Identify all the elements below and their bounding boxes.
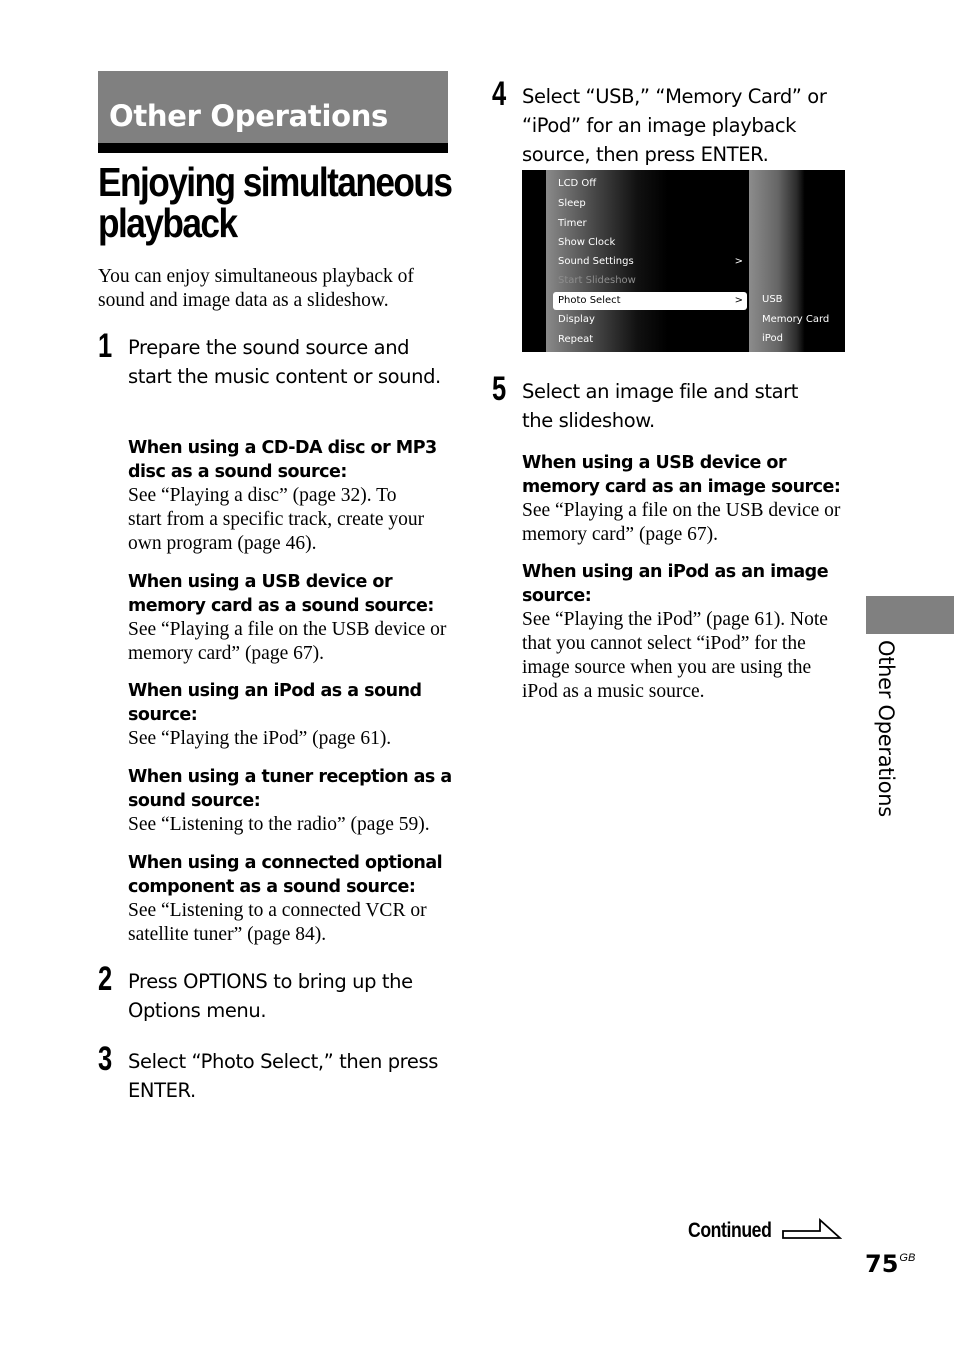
- continued-arrow-icon: [782, 1218, 842, 1239]
- step-number-1: 1: [98, 327, 113, 365]
- step-number-5: 5: [492, 370, 507, 408]
- step-text-5: Select an image file and start the slide…: [522, 380, 798, 432]
- side-tab-label: Other Operations: [874, 640, 898, 817]
- chevron-right-icon: >: [734, 256, 743, 267]
- menu-item-sound-settings[interactable]: Sound Settings >: [558, 253, 747, 271]
- step-text-4: Select “USB,” “Memory Card” or “iPod” fo…: [522, 85, 827, 166]
- subsection-cd: When using a CD-DA disc or MP3 disc as a…: [128, 436, 458, 556]
- subsection-ipod-image: When using an iPod as an image source: S…: [522, 560, 852, 704]
- subsection-heading: When using an iPod as an image source:: [522, 562, 829, 606]
- submenu-item-memory-card[interactable]: Memory Card: [762, 311, 829, 329]
- subsection-heading: When using an iPod as a sound source:: [128, 681, 422, 725]
- continued-label: Continued: [688, 1219, 772, 1242]
- subsection-body: See “Playing the iPod” (page 61).: [128, 728, 392, 749]
- menu-item-show-clock[interactable]: Show Clock: [558, 234, 747, 252]
- step-text-2: Press OPTIONS to bring up the Options me…: [128, 970, 413, 1022]
- page-title: Enjoying simultaneous playback: [98, 159, 453, 246]
- side-tab-marker: [866, 596, 954, 634]
- photo-select-submenu: USB Memory Card iPod: [749, 170, 845, 352]
- banner-rule: [98, 143, 448, 153]
- subsection-body: See “Playing a disc” (page 32). To start…: [128, 485, 425, 554]
- menu-item-timer[interactable]: Timer: [558, 215, 747, 233]
- subsection-heading: When using a tuner reception as a sound …: [128, 767, 452, 811]
- subsection-body: See “Playing the iPod” (page 61). Note t…: [522, 609, 828, 702]
- subsection-usb-image: When using a USB device or memory card a…: [522, 451, 852, 547]
- subsection-body: See “Listening to a connected VCR or sat…: [128, 900, 427, 945]
- submenu-item-usb[interactable]: USB: [762, 291, 783, 309]
- menu-item-repeat[interactable]: Repeat: [558, 331, 747, 349]
- menu-item-sleep[interactable]: Sleep: [558, 195, 747, 213]
- step-text-3: Select “Photo Select,” then press ENTER.: [128, 1050, 438, 1102]
- subsection-usb-sound: When using a USB device or memory card a…: [128, 570, 458, 666]
- options-menu: LCD Off Sleep Timer Show Clock Sound Set…: [546, 170, 749, 352]
- subsection-tuner: When using a tuner reception as a sound …: [128, 765, 458, 837]
- subsection-heading: When using a USB device or memory card a…: [522, 453, 841, 497]
- subsection-body: See “Playing a file on the USB device or…: [522, 500, 841, 545]
- subsection-heading: When using a connected optional componen…: [128, 853, 443, 897]
- subsection-ipod-sound: When using an iPod as a sound source: Se…: [128, 679, 458, 751]
- chevron-right-icon: >: [734, 295, 743, 306]
- subsection-heading: When using a CD-DA disc or MP3 disc as a…: [128, 438, 437, 482]
- page-number-suffix: GB: [899, 1252, 916, 1264]
- submenu-item-ipod[interactable]: iPod: [762, 330, 783, 348]
- step-text-1: Prepare the sound source and start the m…: [128, 336, 441, 388]
- section-banner: Other Operations: [98, 71, 448, 143]
- subsection-body: See “Playing a file on the USB device or…: [128, 619, 447, 664]
- subsection-heading: When using a USB device or memory card a…: [128, 572, 434, 616]
- subsection-body: See “Listening to the radio” (page 59).: [128, 814, 430, 835]
- subsection-optional-component: When using a connected optional componen…: [128, 851, 458, 947]
- options-menu-screenshot: LCD Off Sleep Timer Show Clock Sound Set…: [522, 170, 845, 352]
- menu-item-lcd-off[interactable]: LCD Off: [558, 175, 747, 193]
- section-banner-title: Other Operations: [109, 99, 389, 133]
- menu-item-display[interactable]: Display: [558, 311, 747, 329]
- step-number-3: 3: [98, 1040, 113, 1078]
- menu-item-photo-select[interactable]: Photo Select >: [553, 292, 747, 310]
- menu-item-start-slideshow: Start Slideshow: [558, 275, 636, 286]
- intro-paragraph: You can enjoy simultaneous playback of s…: [98, 266, 414, 311]
- step-number-2: 2: [98, 960, 113, 998]
- step-number-4: 4: [492, 75, 507, 113]
- page-number: 75GB: [865, 1250, 916, 1278]
